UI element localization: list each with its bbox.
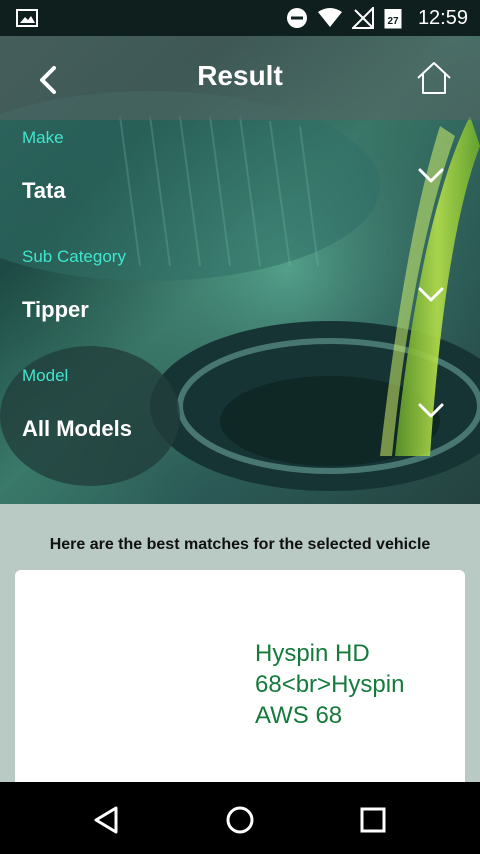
- image-icon: [16, 9, 38, 27]
- wifi-icon: [317, 8, 342, 27]
- make-dropdown[interactable]: Make Tata: [0, 128, 480, 246]
- chevron-down-icon[interactable]: [416, 399, 446, 423]
- recents-square-icon[interactable]: [355, 802, 391, 838]
- sub-category-label: Sub Category: [22, 247, 126, 266]
- page-title: Result: [197, 60, 283, 91]
- matches-heading: Here are the best matches for the select…: [49, 536, 431, 553]
- navigation-bar: [0, 782, 480, 854]
- result-card[interactable]: Hyspin HD 68<br>Hyspin AWS 68: [15, 570, 465, 800]
- chevron-down-icon[interactable]: [416, 283, 446, 307]
- do-not-disturb-icon: [286, 8, 307, 28]
- chevron-down-icon[interactable]: [416, 164, 446, 188]
- calendar-icon: 27: [384, 9, 402, 29]
- model-value[interactable]: All Models: [22, 416, 132, 442]
- model-dropdown[interactable]: Model All Models: [0, 366, 480, 484]
- home-circle-icon[interactable]: [222, 802, 258, 838]
- back-triangle-icon[interactable]: [88, 802, 124, 838]
- no-signal-icon: [351, 7, 374, 29]
- app-bar: Result: [0, 36, 480, 120]
- product-name[interactable]: Hyspin HD 68<br>Hyspin AWS 68: [255, 638, 455, 731]
- sub-category-dropdown[interactable]: Sub Category Tipper: [0, 247, 480, 365]
- status-bar: 27 12:59: [0, 0, 480, 36]
- make-label: Make: [22, 128, 64, 147]
- make-value[interactable]: Tata: [22, 178, 66, 204]
- home-icon[interactable]: [414, 58, 454, 98]
- status-time: 12:59: [417, 6, 468, 29]
- model-label: Model: [22, 366, 69, 385]
- calendar-day: 27: [387, 16, 399, 27]
- hero-background: Result Make Tata Sub Category Tipper Mod…: [0, 36, 480, 504]
- sub-category-value[interactable]: Tipper: [22, 297, 89, 323]
